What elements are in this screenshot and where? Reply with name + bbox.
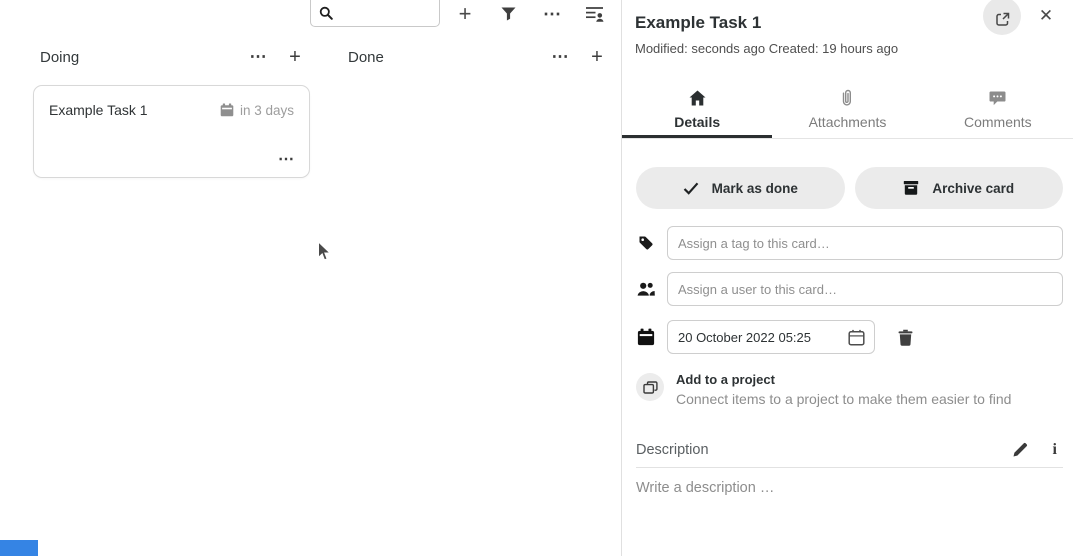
board-menu-button[interactable]: ⋯ [541,0,563,28]
users-icon [636,282,656,296]
trash-icon [898,329,913,346]
tag-row [636,226,1063,260]
column-header: Done ⋯ + [341,44,612,70]
app-window: + ⋯ Doing ⋯ + [0,0,1073,556]
search-input[interactable] [339,4,433,20]
description-header: Description i [636,442,1063,468]
edit-description-button[interactable] [1012,442,1028,458]
tab-details[interactable]: Details [622,85,772,138]
archive-icon [903,180,919,196]
column-doing: Doing ⋯ + Example Task 1 [33,44,310,178]
card-menu-button[interactable]: ⋯ [278,153,294,167]
mouse-cursor [317,241,332,263]
tag-icon [636,235,656,251]
column-add-button[interactable]: + [585,45,609,69]
column-done: Done ⋯ + [341,44,612,70]
search-box[interactable] [310,0,440,27]
info-icon[interactable]: i [1053,442,1057,458]
popout-icon [995,12,1010,27]
tab-bar: Details Attachments [622,85,1073,139]
calendar-icon [636,328,656,346]
accent-blue-fragment [0,540,38,556]
column-title: Done [348,49,384,66]
card-due-text: in 3 days [240,103,294,118]
filter-icon[interactable] [499,6,517,22]
user-row [636,272,1063,306]
stacked-windows-icon [643,381,658,394]
pencil-icon [1012,442,1028,458]
column-add-button[interactable]: + [283,45,307,69]
mark-as-done-label: Mark as done [712,181,798,196]
due-date-field[interactable]: 20 October 2022 05:25 [667,320,875,354]
description-placeholder[interactable]: Write a description … [636,480,1063,496]
assignee-list-icon[interactable] [584,5,604,23]
tab-label: Comments [964,114,1032,131]
panel-body: Mark as done Archive card [622,167,1073,496]
column-menu-button[interactable]: ⋯ [548,45,572,69]
search-icon [319,6,333,20]
column-title: Doing [40,49,79,66]
mark-as-done-button[interactable]: Mark as done [636,167,845,209]
check-icon [683,182,699,195]
calendar-icon [220,103,234,117]
add-card-button[interactable]: + [453,0,477,28]
tab-comments[interactable]: Comments [923,85,1073,138]
archive-card-button[interactable]: Archive card [855,167,1064,209]
home-icon [689,89,706,106]
card-details-panel: Example Task 1 Modified: seconds ago Cre… [621,0,1073,556]
tag-input[interactable] [667,226,1063,260]
card-due-badge: in 3 days [220,103,294,118]
add-to-project-row[interactable]: Add to a project Connect items to a proj… [636,372,1063,408]
panel-meta: Modified: seconds ago Created: 19 hours … [635,41,1061,56]
user-input[interactable] [667,272,1063,306]
delete-due-date-button[interactable] [898,329,913,346]
column-header: Doing ⋯ + [33,44,310,70]
open-calendar-icon[interactable] [848,329,865,346]
panel-header: Example Task 1 Modified: seconds ago Cre… [622,0,1073,56]
column-menu-button[interactable]: ⋯ [246,45,270,69]
close-panel-button[interactable]: ✕ [1035,4,1057,28]
due-date-row: 20 October 2022 05:25 [636,320,1063,354]
archive-card-label: Archive card [932,181,1014,196]
due-date-value: 20 October 2022 05:25 [678,330,811,345]
project-subtitle: Connect items to a project to make them … [676,390,1011,408]
card-title: Example Task 1 [49,102,148,118]
project-button[interactable] [636,373,664,401]
task-card[interactable]: Example Task 1 in 3 days [33,85,310,178]
paperclip-icon [841,89,853,106]
kanban-board: + ⋯ Doing ⋯ + [0,0,621,556]
tab-attachments[interactable]: Attachments [772,85,922,138]
tab-label: Details [674,114,720,131]
description-label: Description [636,442,709,458]
comment-icon [989,89,1006,106]
project-title: Add to a project [676,372,1011,388]
tab-label: Attachments [809,114,887,131]
